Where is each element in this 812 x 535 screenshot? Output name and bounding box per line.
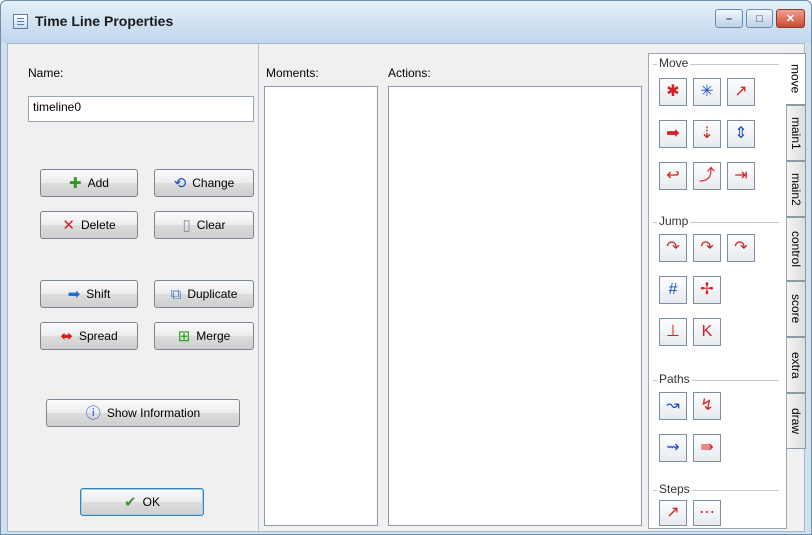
plus-icon: ✚ bbox=[69, 174, 82, 192]
jump-to-position-icon[interactable]: ↷ bbox=[659, 234, 687, 262]
clear-button[interactable]: ▯ Clear bbox=[154, 211, 254, 239]
ok-button[interactable]: ✔ OK bbox=[80, 488, 204, 516]
step-towards-icon[interactable]: ↗ bbox=[659, 500, 687, 526]
shift-label: Shift bbox=[86, 287, 111, 301]
dialog-client-area: Name: timeline0 ✚ Add ⟲ Change ✕ Delete … bbox=[7, 43, 806, 533]
window-icon bbox=[13, 14, 28, 29]
copy-icon: ⧉ bbox=[170, 285, 182, 303]
title-bar[interactable]: Time Line Properties – □ ✕ bbox=[1, 1, 811, 43]
minimize-button[interactable]: – bbox=[715, 9, 743, 28]
arrow-right-icon: ➡ bbox=[67, 285, 81, 303]
name-input[interactable]: timeline0 bbox=[28, 96, 254, 122]
clear-label: Clear bbox=[196, 218, 226, 232]
blank-page-icon: ▯ bbox=[182, 216, 191, 234]
speed-horizontal-icon[interactable]: ➡ bbox=[659, 120, 687, 148]
ok-label: OK bbox=[142, 495, 160, 509]
tab-control[interactable]: control bbox=[787, 217, 806, 281]
moments-label: Moments: bbox=[266, 66, 319, 80]
tab-score-label: score bbox=[789, 294, 803, 324]
vertical-tab-strip: move main1 main2 control score extra dra… bbox=[786, 53, 806, 529]
set-path-icon[interactable]: ↝ bbox=[659, 392, 687, 420]
delete-button[interactable]: ✕ Delete bbox=[40, 211, 138, 239]
tab-control-label: control bbox=[789, 230, 803, 268]
wrap-screen-icon[interactable]: ✢ bbox=[693, 276, 721, 304]
tab-main1[interactable]: main1 bbox=[787, 105, 806, 161]
double-arrow-icon: ⬌ bbox=[60, 327, 73, 345]
checkmark-icon: ✔ bbox=[124, 493, 137, 511]
jump-group-label: Jump bbox=[657, 214, 691, 228]
tab-move[interactable]: move bbox=[786, 53, 806, 105]
merge-button[interactable]: ⊞ Merge bbox=[154, 322, 254, 350]
tab-extra-label: extra bbox=[789, 351, 803, 379]
move-towards-icon[interactable]: ↗ bbox=[727, 78, 755, 106]
end-path-icon[interactable]: ↯ bbox=[693, 392, 721, 420]
reverse-direction-icon[interactable]: ↩ bbox=[659, 162, 687, 190]
time-line-properties-window: Time Line Properties – □ ✕ Name: timelin… bbox=[0, 0, 812, 535]
tab-main2-label: main2 bbox=[789, 172, 803, 206]
align-to-grid-icon[interactable]: # bbox=[659, 276, 687, 304]
moments-list[interactable] bbox=[264, 86, 378, 526]
maximize-button[interactable]: □ bbox=[746, 9, 773, 28]
actions-list[interactable] bbox=[388, 86, 642, 526]
move-free-icon[interactable]: ✳ bbox=[693, 78, 721, 106]
duplicate-label: Duplicate bbox=[187, 287, 238, 301]
x-icon: ✕ bbox=[62, 216, 75, 234]
path-speed-icon[interactable]: ⇛ bbox=[693, 434, 721, 462]
move-fixed-icon[interactable]: ✱ bbox=[659, 78, 687, 106]
move-to-contact-icon[interactable]: ⊥ bbox=[659, 318, 687, 346]
change-button[interactable]: ⟲ Change bbox=[154, 169, 254, 197]
add-label: Add bbox=[87, 176, 109, 190]
tab-draw[interactable]: draw bbox=[787, 393, 806, 449]
paths-group-label: Paths bbox=[657, 372, 692, 386]
close-button[interactable]: ✕ bbox=[776, 9, 805, 28]
delete-label: Delete bbox=[80, 218, 116, 232]
step-avoiding-icon[interactable]: ⋯ bbox=[693, 500, 721, 526]
set-friction-icon[interactable]: ⇥ bbox=[727, 162, 755, 190]
steps-group-label: Steps bbox=[657, 482, 692, 496]
path-position-icon[interactable]: ⇝ bbox=[659, 434, 687, 462]
tab-extra[interactable]: extra bbox=[787, 337, 806, 393]
merge-label: Merge bbox=[196, 329, 231, 343]
spread-button[interactable]: ⬌ Spread bbox=[40, 322, 138, 350]
spread-label: Spread bbox=[78, 329, 118, 343]
change-label: Change bbox=[192, 176, 235, 190]
move-group-label: Move bbox=[657, 56, 691, 70]
shift-button[interactable]: ➡ Shift bbox=[40, 280, 138, 308]
bounce-icon[interactable]: K bbox=[693, 318, 721, 346]
add-button[interactable]: ✚ Add bbox=[40, 169, 138, 197]
duplicate-button[interactable]: ⧉ Duplicate bbox=[154, 280, 254, 308]
info-icon: ⓘ bbox=[85, 404, 101, 422]
tab-move-label: move bbox=[788, 64, 803, 94]
tab-score[interactable]: score bbox=[787, 281, 806, 337]
window-title: Time Line Properties bbox=[35, 13, 174, 29]
left-divider bbox=[258, 44, 259, 533]
tab-draw-label: draw bbox=[789, 407, 803, 434]
show-information-button[interactable]: ⓘ Show Information bbox=[46, 399, 240, 427]
show-information-label: Show Information bbox=[106, 406, 201, 420]
speed-vertical-icon[interactable]: ⇣ bbox=[693, 120, 721, 148]
merge-icon: ⊞ bbox=[177, 327, 191, 345]
actions-label: Actions: bbox=[388, 66, 431, 80]
set-gravity-icon[interactable]: ⇕ bbox=[727, 120, 755, 148]
jump-to-start-icon[interactable]: ↷ bbox=[693, 234, 721, 262]
tab-main2[interactable]: main2 bbox=[787, 161, 806, 217]
name-label: Name: bbox=[28, 66, 64, 80]
reverse-vertical-icon[interactable]: ⤴ bbox=[693, 162, 721, 190]
refresh-icon: ⟲ bbox=[173, 174, 187, 192]
jump-to-random-icon[interactable]: ↷ bbox=[727, 234, 755, 262]
action-palette: Move ✱ ✳ ↗ ➡ ⇣ ⇕ ↩ ⤴ ⇥ Jump ↷ ↷ ↷ # ✢ ⊥ … bbox=[648, 53, 787, 529]
tab-main1-label: main1 bbox=[789, 116, 803, 150]
